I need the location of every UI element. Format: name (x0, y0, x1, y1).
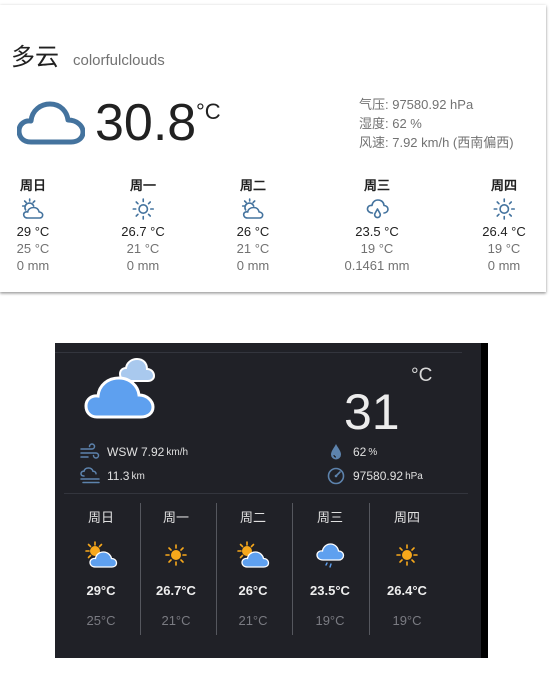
forecast-low: 21°C (161, 613, 191, 628)
fog-icon (80, 467, 100, 484)
forecast-day-label: 周一 (129, 178, 157, 193)
wind-unit: km/h (166, 446, 189, 458)
forecast-day: 周二 26 °C 21 °C 0 mm (237, 177, 270, 274)
forecast-day: 周三 23.5 °C 19 °C 0.1461 mm (344, 177, 409, 274)
wind-attribute: 风速: 7.92 km/h (西南偏西) (359, 135, 514, 150)
forecast-high: 29°C (86, 583, 116, 598)
forecast-high: 26.4°C (387, 583, 427, 598)
pressure-row: 97580.92 hPa (325, 467, 423, 485)
forecast-day-label: 周日 (87, 510, 114, 525)
pressure-unit: hPa (405, 470, 423, 482)
forecast-high: 26°C (238, 583, 268, 598)
pressure-value: 97580.92 (353, 469, 404, 483)
column-divider (216, 503, 217, 635)
column-divider (369, 503, 370, 635)
column-divider (292, 503, 293, 635)
forecast-day: 周一 26.7 °C 21 °C 0 mm (121, 177, 165, 274)
wind-icon (80, 443, 100, 459)
sunny-icon (396, 544, 418, 566)
cloudy-icon (84, 357, 156, 419)
forecast-day: 周二 26°C 21°C (223, 507, 283, 628)
forecast-precipitation: 0.1461 mm (344, 258, 410, 273)
forecast-low: 21 °C (236, 241, 270, 256)
humidity-value: 62 (353, 445, 367, 459)
forecast-low: 19 °C (487, 241, 521, 256)
partly-cloudy-icon (242, 198, 264, 219)
temperature-unit: °C (196, 99, 221, 124)
forecast-high: 23.5°C (310, 583, 350, 598)
card-edge (481, 343, 488, 658)
humidity-unit: % (368, 446, 378, 458)
forecast-high: 26 °C (236, 224, 270, 239)
condition-title: 多云 (11, 44, 59, 71)
card-header: 多云 colorfulclouds (11, 37, 165, 72)
forecast-day-label: 周二 (239, 178, 267, 193)
forecast-day: 周四 26.4 °C 19 °C 0 mm (482, 177, 526, 274)
forecast-day: 周一 26.7°C 21°C (146, 507, 206, 628)
forecast-day-label: 周四 (490, 178, 518, 193)
forecast-precipitation: 0 mm (126, 258, 160, 273)
rain-icon (316, 543, 345, 568)
current-temperature: 31 (344, 384, 400, 440)
forecast-low: 19 °C (360, 241, 394, 256)
current-temperature: 30.8 (95, 94, 197, 152)
sunny-icon (132, 198, 154, 220)
rain-icon (366, 199, 389, 219)
wind-row: WSW 7.92 km/h (79, 443, 188, 461)
forecast-day: 周日 29°C 25°C (71, 507, 131, 628)
forecast-day-label: 周四 (393, 510, 420, 525)
water-drop-icon (331, 444, 341, 460)
forecast-day-label: 周三 (363, 178, 391, 193)
forecast-low: 25 °C (16, 241, 50, 256)
forecast-high: 26.7°C (156, 583, 196, 598)
divider (64, 493, 468, 494)
sunny-icon (493, 198, 515, 220)
forecast-low: 25°C (86, 613, 116, 628)
weather-attributes: 气压: 97580.92 hPa 湿度: 62 % 风速: 7.92 km/h … (359, 95, 514, 152)
sunny-icon (165, 544, 187, 566)
visibility-row: 11.3 km (79, 467, 145, 485)
humidity-row: 62 % (325, 443, 377, 461)
forecast-day-label: 周一 (162, 510, 189, 525)
forecast-day: 周日 29 °C 25 °C 0 mm (17, 177, 50, 274)
partly-cloudy-icon (85, 541, 118, 568)
forecast-high: 23.5 °C (355, 224, 399, 239)
forecast-day-label: 周二 (239, 510, 266, 525)
forecast-day-label: 周三 (316, 510, 343, 525)
forecast-low: 19°C (392, 613, 422, 628)
forecast-day: 周四 26.4°C 19°C (377, 507, 437, 628)
forecast-low: 21°C (238, 613, 268, 628)
pressure-attribute: 气压: 97580.92 hPa (359, 97, 474, 112)
temperature-unit: °C (411, 365, 433, 386)
forecast-high: 26.4 °C (482, 224, 526, 239)
partly-cloudy-icon (237, 541, 270, 568)
forecast-precipitation: 0 mm (236, 258, 270, 273)
visibility-unit: km (131, 470, 145, 482)
provider-name: colorfulclouds (73, 52, 165, 69)
column-divider (140, 503, 141, 635)
forecast-precipitation: 0 mm (487, 258, 521, 273)
forecast-high: 29 °C (16, 224, 50, 239)
humidity-attribute: 湿度: 62 % (359, 116, 422, 131)
forecast-day: 周三 23.5°C 19°C (300, 507, 360, 628)
forecast-day-label: 周日 (19, 178, 47, 193)
forecast-low: 19°C (315, 613, 345, 628)
forecast-low: 21 °C (126, 241, 160, 256)
forecast-precipitation: 0 mm (16, 258, 50, 273)
partly-cloudy-icon (22, 198, 44, 219)
weather-card-dark: °C 31 WSW 7.92 km/h 11.3 km 62 % 97580.9… (55, 343, 488, 658)
weather-card-light: 多云 colorfulclouds 30.8 °C 气压: 97580.92 h… (0, 5, 546, 292)
visibility-value: 11.3 (107, 469, 130, 483)
wind-value: WSW 7.92 (107, 445, 165, 459)
cloud-icon (17, 101, 85, 145)
gauge-icon (327, 467, 345, 485)
forecast-high: 26.7 °C (121, 224, 165, 239)
